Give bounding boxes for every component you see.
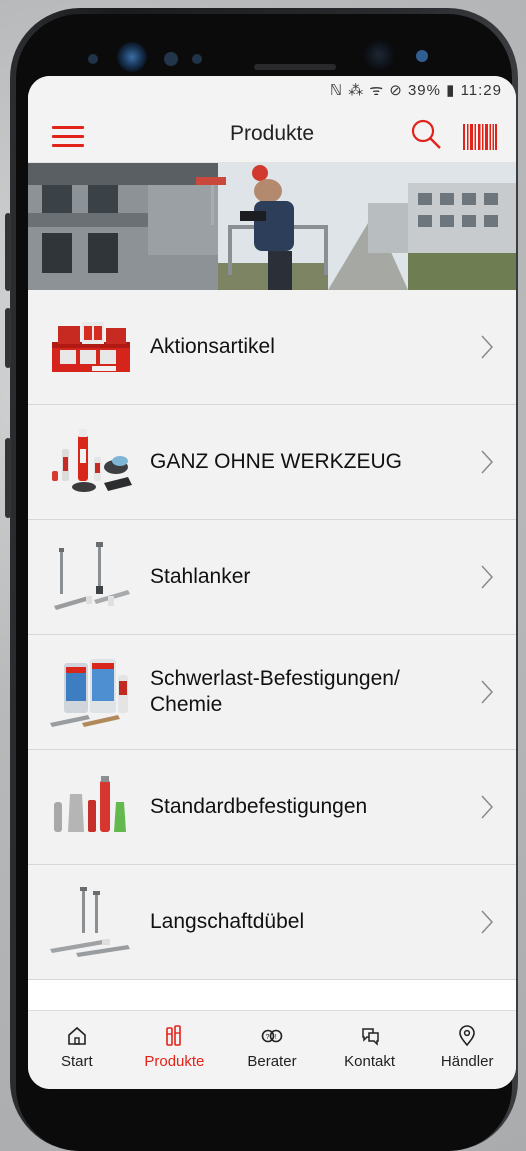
app-header: Produkte — [28, 104, 516, 163]
front-camera — [364, 40, 394, 70]
hero-banner-image — [28, 163, 516, 290]
list-item-schwerlast-befestigungen[interactable]: Schwerlast-Befestigungen/ Chemie — [28, 635, 516, 750]
sensor-dot — [88, 54, 98, 64]
bottom-tab-bar: Start Produkte ? ! Berater Kontakt Händl… — [28, 1010, 516, 1089]
chevron-right-icon — [481, 335, 494, 359]
list-item-label: Standardbefestigungen — [150, 795, 368, 818]
status-bar: ℕ ⁂ ᯤ ⊘ 39% ▮ 11:29 — [28, 76, 516, 104]
list-item-stahlanker[interactable]: Stahlanker — [28, 520, 516, 635]
list-item-ganz-ohne-werkzeug[interactable]: GANZ OHNE WERKZEUG — [28, 405, 516, 520]
iris-camera — [117, 42, 147, 72]
page-title: Produkte — [229, 122, 315, 145]
chevron-right-icon — [481, 795, 494, 819]
list-item-standardbefestigungen[interactable]: Standardbefestigungen — [28, 750, 516, 865]
list-item-label: Stahlanker — [150, 565, 251, 588]
bixby-button — [5, 308, 11, 368]
promo-boxes-thumb — [52, 322, 130, 372]
tool-free-products-thumb — [52, 429, 132, 492]
indicator-light — [416, 50, 428, 62]
power-button — [5, 438, 11, 518]
products-icon — [166, 1025, 182, 1046]
chemical-anchor-thumb — [50, 659, 128, 727]
advisor-icon: ? ! — [261, 1029, 283, 1043]
standard-plugs-thumb — [54, 776, 126, 832]
home-icon — [67, 1026, 86, 1045]
svg-text:?: ? — [266, 1034, 270, 1041]
tab-haendler[interactable]: Händler — [418, 1011, 516, 1089]
proximity-sensor — [164, 52, 178, 66]
location-pin-icon — [459, 1025, 475, 1047]
search-icon[interactable] — [410, 118, 442, 150]
list-item-label: Schwerlast-Befestigungen/ Chemie — [150, 667, 400, 716]
tab-label: Produkte — [144, 1053, 205, 1070]
chevron-right-icon — [481, 680, 494, 704]
list-item-label: Langschaftdübel — [150, 910, 305, 933]
svg-text:!: ! — [275, 1034, 277, 1041]
list-item-label: GANZ OHNE WERKZEUG — [150, 450, 403, 473]
long-shaft-plug-thumb — [50, 887, 130, 957]
barcode-scanner-icon[interactable] — [463, 124, 497, 150]
status-text: ℕ ⁂ ᯤ ⊘ 39% ▮ 11:29 — [330, 82, 502, 99]
chevron-right-icon — [481, 450, 494, 474]
chevron-right-icon — [481, 565, 494, 589]
tab-label: Start — [60, 1053, 93, 1070]
light-sensor — [192, 54, 202, 64]
tab-produkte[interactable]: Produkte — [126, 1011, 224, 1089]
volume-button — [5, 213, 11, 291]
list-item-langschaftduebel[interactable]: Langschaftdübel — [28, 865, 516, 980]
earpiece-speaker — [254, 64, 336, 70]
chat-icon — [361, 1028, 379, 1046]
app-screen: ℕ ⁂ ᯤ ⊘ 39% ▮ 11:29 Produkte Aktionsarti… — [28, 76, 516, 1089]
steel-anchor-thumb — [54, 542, 130, 610]
tab-kontakt[interactable]: Kontakt — [321, 1011, 419, 1089]
chevron-right-icon — [481, 910, 494, 934]
category-list: Aktionsartikel GANZ OHNE WERKZEUG Stahla… — [28, 290, 516, 980]
tab-label: Händler — [440, 1053, 494, 1070]
list-item-aktionsartikel[interactable]: Aktionsartikel — [28, 290, 516, 405]
tab-label: Kontakt — [344, 1053, 396, 1070]
tab-start[interactable]: Start — [28, 1011, 126, 1089]
tab-berater[interactable]: ? ! Berater — [223, 1011, 321, 1089]
list-item-label: Aktionsartikel — [150, 335, 275, 358]
tab-label: Berater — [247, 1053, 297, 1070]
